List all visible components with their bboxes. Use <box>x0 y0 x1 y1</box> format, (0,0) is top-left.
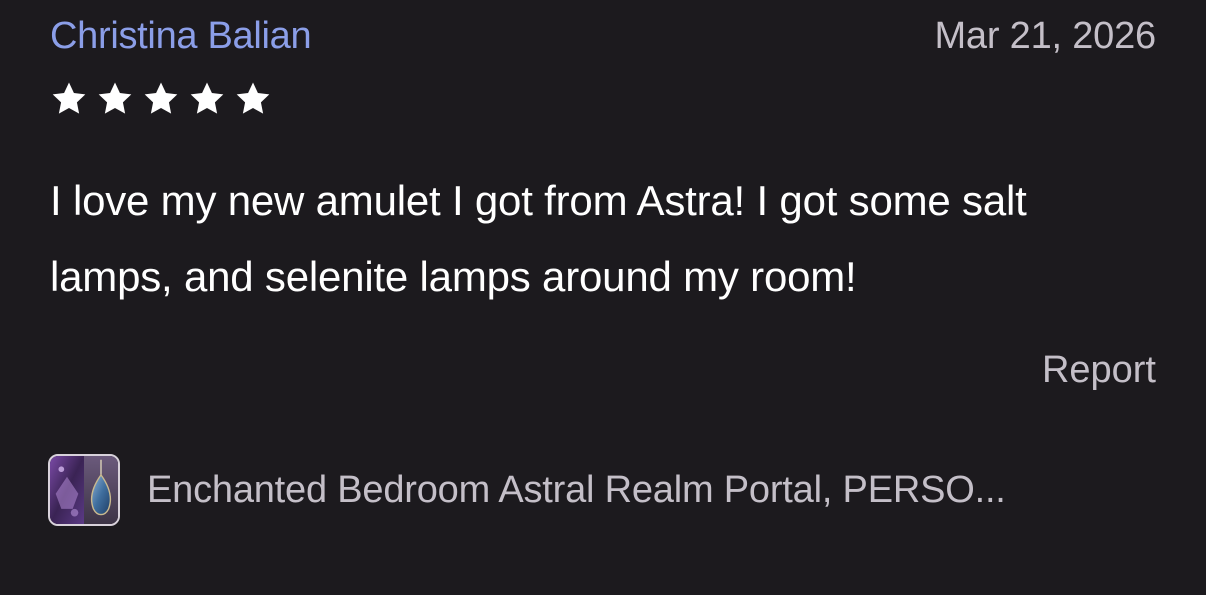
product-thumbnail <box>48 454 120 526</box>
star-icon <box>98 82 132 114</box>
reviewer-name[interactable]: Christina Balian <box>50 14 312 58</box>
star-icon <box>52 82 86 114</box>
star-icon <box>236 82 270 114</box>
product-title[interactable]: Enchanted Bedroom Astral Realm Portal, P… <box>147 468 1006 512</box>
review-date: Mar 21, 2026 <box>934 15 1156 57</box>
star-icon <box>144 82 178 114</box>
star-rating <box>50 80 272 118</box>
review-card: Christina Balian Mar 21, 2026 I love my … <box>0 0 1206 595</box>
report-button[interactable]: Report <box>1042 348 1156 392</box>
star-icon <box>190 82 224 114</box>
review-text: I love my new amulet I got from Astra! I… <box>50 177 1027 300</box>
product-link[interactable]: Enchanted Bedroom Astral Realm Portal, P… <box>48 454 1006 526</box>
